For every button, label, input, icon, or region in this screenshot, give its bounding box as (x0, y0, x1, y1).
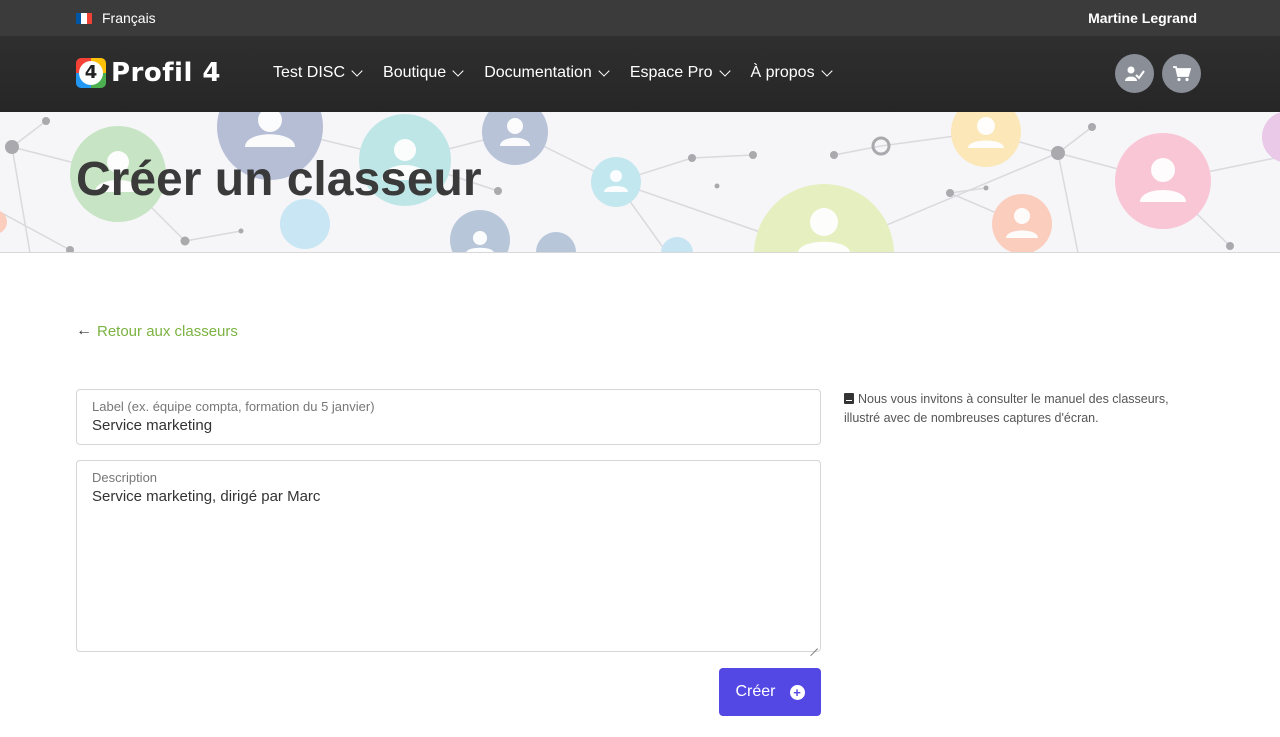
description-field[interactable]: Description Service marketing, dirigé pa… (76, 460, 821, 652)
user-check-icon (1124, 66, 1145, 81)
user-name[interactable]: Martine Legrand (1088, 10, 1197, 26)
nav-item-label: Boutique (383, 64, 447, 81)
create-button[interactable]: Créer + (719, 668, 821, 716)
nav-menu: Test DISC Boutique Documentation Espace … (273, 64, 833, 82)
logo-number: 4 (79, 61, 103, 85)
nav-item-espace-pro[interactable]: Espace Pro (629, 64, 731, 82)
manual-hint: Nous vous invitons à consulter le manuel… (844, 390, 1189, 428)
description-field-value[interactable]: Service marketing, dirigé par Marc (92, 488, 320, 505)
arrow-left-icon: ← (76, 322, 92, 339)
language-label: Français (102, 10, 156, 26)
top-utility-bar: Français Martine Legrand (0, 0, 1280, 36)
label-field-value[interactable]: Service marketing (92, 417, 212, 434)
back-to-binders-link[interactable]: ← Retour aux classeurs (76, 322, 238, 340)
hero-banner: Créer un classeur (0, 112, 1280, 253)
label-field-label: Label (ex. équipe compta, formation du 5… (92, 399, 375, 414)
nav-item-label: Espace Pro (629, 64, 713, 81)
account-button[interactable] (1115, 54, 1154, 93)
chevron-down-icon (598, 64, 610, 77)
resize-handle-icon[interactable] (810, 641, 818, 649)
nav-item-label: À propos (750, 64, 815, 81)
brand-logo[interactable]: 4 Profil 4 (76, 58, 221, 88)
cart-button[interactable] (1162, 54, 1201, 93)
nav-icon-buttons (1115, 54, 1201, 93)
back-link-label: Retour aux classeurs (97, 322, 238, 340)
nav-item-test-disc[interactable]: Test DISC (273, 64, 363, 82)
main-navbar: 4 Profil 4 Test DISC Boutique Documentat… (0, 36, 1280, 112)
nav-item-boutique[interactable]: Boutique (383, 64, 464, 82)
nav-item-label: Test DISC (273, 64, 346, 81)
manual-hint-text[interactable]: Nous vous invitons à consulter le manuel… (844, 392, 1169, 425)
brand-name: Profil 4 (111, 58, 222, 88)
chevron-down-icon (351, 64, 363, 77)
nav-item-a-propos[interactable]: À propos (750, 64, 833, 82)
create-button-label: Créer (735, 683, 776, 700)
plus-circle-icon: + (789, 684, 805, 700)
chevron-down-icon (820, 64, 833, 77)
nav-item-label: Documentation (484, 64, 592, 81)
book-icon (844, 393, 854, 404)
profil4-logo-icon: 4 (76, 58, 106, 88)
language-selector[interactable]: Français (76, 10, 156, 26)
chevron-down-icon (718, 64, 731, 77)
description-field-label: Description (92, 470, 158, 485)
nav-item-documentation[interactable]: Documentation (484, 64, 610, 82)
french-flag-icon (76, 12, 92, 24)
chevron-down-icon (452, 64, 464, 77)
label-field[interactable]: Label (ex. équipe compta, formation du 5… (76, 389, 821, 445)
page-title: Créer un classeur (76, 153, 482, 206)
cart-icon (1172, 65, 1191, 81)
